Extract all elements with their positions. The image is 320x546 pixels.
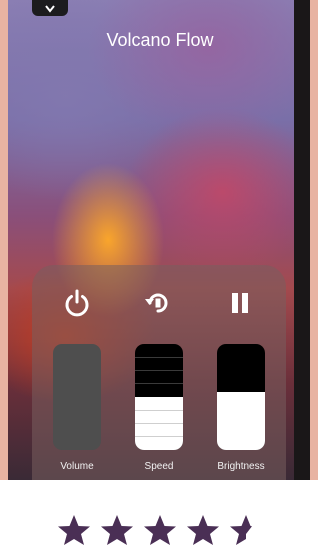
star-icon [58,515,90,545]
speed-label: Speed [144,461,174,472]
slider-tick [135,436,183,437]
page-title: Volcano Flow [106,30,214,50]
star-rating [56,514,264,545]
power-button[interactable] [61,287,93,319]
star-icon [101,515,133,545]
brightness-slider-fill [217,391,265,450]
chevron-down-icon[interactable] [32,0,68,16]
brightness-slider[interactable] [217,344,265,450]
pause-icon [232,293,248,313]
slider-tick [135,383,183,384]
volume-label: Volume [60,461,94,472]
pause-button[interactable] [224,287,256,319]
slider-tick [135,370,183,371]
loop-icon [145,293,168,313]
star-half-icon [230,515,252,545]
star-icon [144,515,176,545]
power-icon [65,289,89,317]
brightness-label: Brightness [217,461,265,472]
slider-tick [135,357,183,358]
slider-tick [135,423,183,424]
speed-slider[interactable] [135,344,183,450]
loop-button[interactable] [142,287,174,319]
star-icon [187,515,219,545]
volume-slider[interactable] [53,344,101,450]
control-panel: Volume Speed Brightness [32,265,286,480]
slider-tick [135,410,183,411]
